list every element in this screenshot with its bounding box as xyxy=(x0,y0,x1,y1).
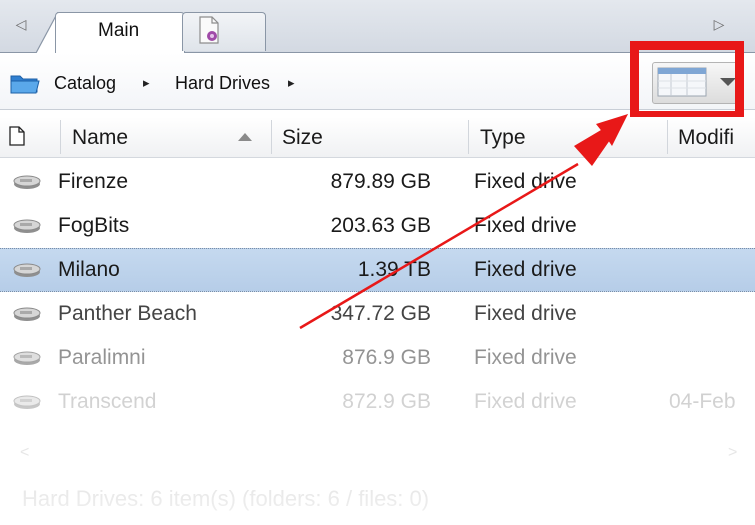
table-row[interactable]: FogBits 203.63 GB Fixed drive xyxy=(0,204,755,248)
scroll-right-icon[interactable]: > xyxy=(728,444,737,462)
column-divider[interactable] xyxy=(468,120,469,154)
cell-name: FogBits xyxy=(58,214,130,237)
cell-size: 876.9 GB xyxy=(342,346,431,369)
cell-size: 203.63 GB xyxy=(330,214,431,237)
hard-drive-icon xyxy=(13,263,41,277)
breadcrumb-separator-icon[interactable]: ▸ xyxy=(288,72,295,94)
tab-scroll-left-icon[interactable]: ◁ xyxy=(14,14,28,34)
cell-size: 879.89 GB xyxy=(330,170,431,193)
cell-type: Fixed drive xyxy=(474,214,577,237)
column-header-type[interactable]: Type xyxy=(480,124,526,152)
column-divider[interactable] xyxy=(667,120,668,154)
status-bar-text: Hard Drives: 6 item(s) (folders: 6 / fil… xyxy=(22,486,430,511)
cell-size: 1.39 TB xyxy=(357,258,431,281)
cell-type: Fixed drive xyxy=(474,170,577,193)
explorer-window: ◁ Main ▷ Catalog ▸ Hard Drives ▸ Name Si… xyxy=(0,0,755,525)
cell-type: Fixed drive xyxy=(474,302,577,325)
scroll-left-icon[interactable]: < xyxy=(20,444,29,462)
cell-name: Paralimni xyxy=(58,346,146,369)
hard-drive-icon xyxy=(13,175,41,189)
cell-size: 347.72 GB xyxy=(330,302,431,325)
column-header-size[interactable]: Size xyxy=(282,124,323,152)
hard-drive-icon xyxy=(13,307,41,321)
folder-icon[interactable] xyxy=(10,72,40,94)
breadcrumb-item-hard-drives[interactable]: Hard Drives xyxy=(175,70,270,96)
table-row-selected[interactable]: Milano 1.39 TB Fixed drive xyxy=(0,248,755,292)
cell-name: Firenze xyxy=(58,170,129,193)
document-icon xyxy=(199,16,219,44)
file-type-column-icon[interactable] xyxy=(9,126,25,146)
column-header-name[interactable]: Name xyxy=(72,124,128,152)
tab-main-label: Main xyxy=(98,20,140,41)
cell-name: Transcend xyxy=(58,390,157,413)
cell-type: Fixed drive xyxy=(474,390,577,413)
sort-ascending-icon xyxy=(238,133,252,141)
cell-type: Fixed drive xyxy=(474,258,577,281)
column-header-modified[interactable]: Modifi xyxy=(678,124,734,152)
tab-document[interactable] xyxy=(182,12,266,51)
cell-name: Panther Beach xyxy=(58,302,197,325)
tab-scroll-right-icon[interactable]: ▷ xyxy=(712,14,726,34)
breadcrumb-separator-icon[interactable]: ▸ xyxy=(143,72,150,94)
hard-drive-icon xyxy=(13,219,41,233)
annotation-highlight-box xyxy=(630,41,744,120)
column-divider[interactable] xyxy=(60,120,61,154)
breadcrumb-item-catalog[interactable]: Catalog xyxy=(54,70,116,96)
table-row[interactable]: Firenze 879.89 GB Fixed drive xyxy=(0,160,755,204)
table-row[interactable]: Paralimni 876.9 GB Fixed drive xyxy=(0,336,755,380)
cell-name: Milano xyxy=(58,258,120,281)
table-row[interactable]: Transcend 872.9 GB Fixed drive 04-Feb xyxy=(0,380,755,424)
cell-size: 872.9 GB xyxy=(342,390,431,413)
cell-type: Fixed drive xyxy=(474,346,577,369)
cell-modified: 04-Feb xyxy=(669,390,736,413)
table-row[interactable]: Panther Beach 347.72 GB Fixed drive xyxy=(0,292,755,336)
hard-drive-icon xyxy=(13,395,41,409)
horizontal-scrollbar[interactable] xyxy=(8,440,748,470)
hard-drive-icon xyxy=(13,351,41,365)
column-divider[interactable] xyxy=(271,120,272,154)
